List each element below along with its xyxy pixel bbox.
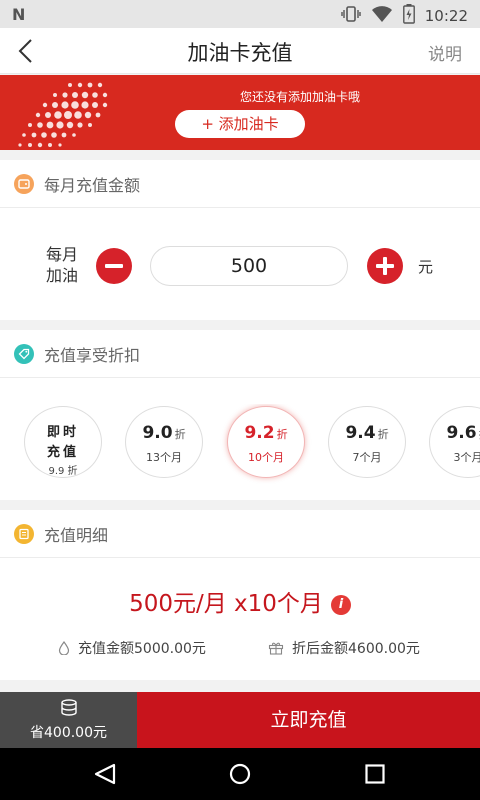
increase-button[interactable] — [367, 248, 403, 284]
wallet-icon — [14, 173, 34, 194]
recharge-now-button[interactable]: 立即充值 — [137, 692, 480, 748]
info-icon[interactable]: i — [330, 595, 351, 615]
discount-option[interactable]: 9.0 折 13个月 — [125, 406, 203, 478]
recharge-amount: 充值金额5000.00元 — [58, 638, 206, 658]
receipt-icon — [14, 523, 34, 544]
banner-dot-pattern — [18, 82, 108, 148]
discount-option[interactable]: 9.6折 3个月 — [429, 406, 480, 478]
decrease-button[interactable] — [96, 248, 132, 284]
app-header: 加油卡充值 说明 — [0, 28, 480, 74]
section-title: 充值明细 — [44, 525, 109, 545]
discounted-amount: 折后金额4600.00元 — [268, 638, 420, 658]
bottom-action-bar: 省400.00元 立即充值 — [0, 692, 480, 748]
amount-unit: 元 — [418, 258, 434, 276]
battery-icon — [402, 4, 415, 28]
nav-home-icon[interactable] — [228, 762, 252, 786]
section-header: 充值明细 — [0, 510, 480, 558]
discount-options: 即时 充值 9.9 折 9.0 折 13个月 9.2 折 10个月 9.4 折 7个月… — [0, 404, 480, 484]
nav-back-icon[interactable] — [92, 762, 118, 786]
gift-icon — [268, 642, 284, 655]
section-title: 充值享受折扣 — [44, 345, 141, 365]
saved-amount: 省400.00元 — [30, 725, 107, 741]
monthly-amount-section: 每月充值金额 每月 加油 500 元 — [0, 160, 480, 320]
detail-summary: 500元/月 x10个月 i — [0, 584, 480, 618]
section-header: 充值享受折扣 — [0, 330, 480, 378]
explain-link[interactable]: 说明 — [428, 40, 462, 65]
add-card-button[interactable]: + 添加油卡 — [175, 110, 305, 138]
banner-message: 您还没有添加加油卡哦 — [239, 90, 360, 104]
recharge-details-section: 充值明细 500元/月 x10个月 i 充值金额5000.00元 折后金额4600… — [0, 510, 480, 680]
amount-label: 每月 加油 — [46, 245, 79, 285]
system-nav-bar — [0, 748, 480, 800]
status-bar: N 10:22 — [0, 0, 480, 28]
section-title: 每月充值金额 — [44, 175, 141, 195]
amount-stepper: 每月 加油 500 元 — [0, 238, 480, 292]
savings-box: 省400.00元 — [0, 692, 137, 748]
coins-icon — [0, 698, 137, 722]
drop-icon — [58, 641, 70, 655]
amount-input[interactable]: 500 — [150, 246, 348, 286]
tag-icon — [14, 343, 34, 364]
notification-logo: N — [12, 5, 26, 24]
discount-option[interactable]: 9.4 折 7个月 — [328, 406, 406, 478]
minus-icon — [105, 264, 123, 268]
page-title: 加油卡充值 — [187, 41, 293, 65]
discount-option-immediate[interactable]: 即时 充值 9.9 折 — [24, 406, 102, 478]
vibrate-icon — [341, 5, 361, 27]
discount-option-selected[interactable]: 9.2 折 10个月 — [227, 406, 305, 478]
wifi-icon — [371, 5, 393, 27]
section-header: 每月充值金额 — [0, 160, 480, 208]
add-card-banner: 您还没有添加加油卡哦 + 添加油卡 — [0, 75, 480, 150]
status-time: 10:22 — [424, 7, 468, 25]
discount-section: 充值享受折扣 即时 充值 9.9 折 9.0 折 13个月 9.2 折 10个月 9… — [0, 330, 480, 500]
nav-recent-icon[interactable] — [364, 762, 386, 786]
